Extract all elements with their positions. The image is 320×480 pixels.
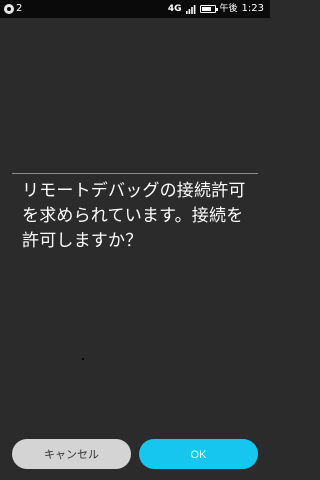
- notification-icon: [4, 4, 14, 14]
- status-left: 2: [4, 0, 22, 18]
- status-bar: 2 4G 午後 1:23: [0, 0, 270, 18]
- dialog-divider: [12, 173, 258, 174]
- decorative-dot: [82, 358, 84, 360]
- screen: 2 4G 午後 1:23 リモートデバッグの接続許可 を求められています。接続を…: [0, 0, 270, 480]
- dialog-message: リモートデバッグの接続許可 を求められています。接続を 許可しますか？: [22, 181, 246, 251]
- clock-prefix: 午後: [219, 4, 238, 14]
- battery-level: [201, 7, 212, 11]
- clock-time: 1:23: [241, 3, 264, 14]
- notification-count: 2: [16, 3, 23, 14]
- ok-button[interactable]: OK: [139, 439, 258, 469]
- battery-icon: [199, 5, 218, 13]
- network-type: 4G: [167, 4, 182, 14]
- status-right: 4G 午後 1:23: [168, 0, 264, 18]
- cancel-button[interactable]: キャンセル: [12, 439, 131, 469]
- signal-icon: [185, 4, 195, 14]
